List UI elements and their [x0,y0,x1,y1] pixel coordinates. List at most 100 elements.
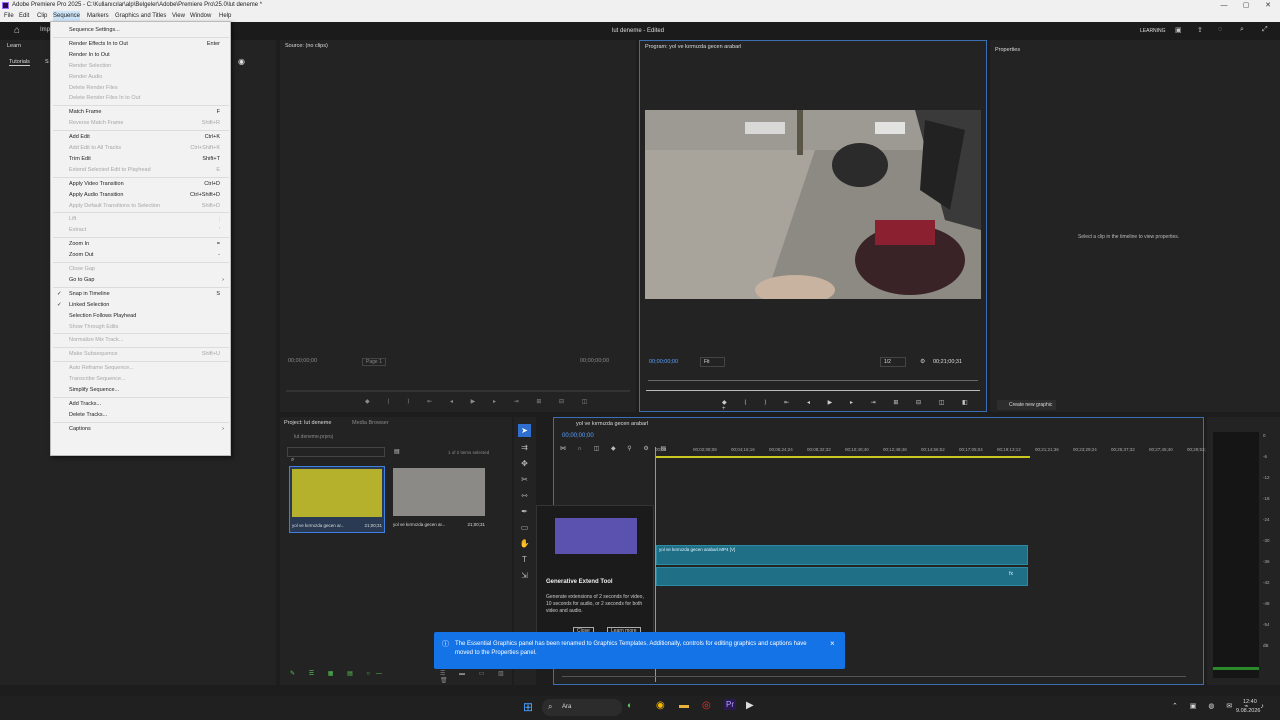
menu-item-zoom-in[interactable]: Zoom In = [51,239,230,249]
project-item[interactable]: yol ve kırmızda gecen ar... 21;00;31 [289,466,385,533]
file-explorer-icon[interactable]: ▬ [679,700,689,711]
info-banner: ⓘ The Essential Graphics panel has been … [434,632,845,669]
fullscreen-icon[interactable]: ⤢ [1262,26,1268,34]
menu-item-sequence-settings[interactable]: Sequence Settings... [51,25,230,35]
video-clip[interactable]: yol ve kırmızda gecen arabarl.MP4 [V] [656,545,1028,565]
project-item-name: yol ve kırmızda gecen ar... [393,522,446,527]
audio-meter-level [1213,667,1259,670]
menu-separator [53,361,229,363]
source-scrub-bar[interactable] [286,390,630,392]
menu-item-add-edit-to-all-tracks: Add Edit to All Tracks Ctrl+Shift+K [51,143,230,153]
menu-item-shortcut: Shift+U [201,351,220,358]
bin-icon[interactable]: ▤ [394,448,400,455]
properties-panel: Properties Select a clip in the timeline… [990,40,1280,412]
source-transport-controls[interactable]: ◆ ⟨ ⟩ ⇤ ◂ ▶ ▸ ⇥ ⊞ ⊟ ◫ [365,398,595,405]
windows-start-icon[interactable]: ⊞ [523,700,533,714]
home-icon[interactable]: ⌂ [14,25,20,36]
menu-item-label: Delete Render Files [69,84,118,91]
program-timecode-right: 00;21;00;31 [933,359,963,365]
learn-tab[interactable]: Learn [7,43,21,49]
program-fit-select[interactable]: Fit [700,357,725,367]
zoom-icon[interactable]: ⌕ [1240,26,1244,34]
menu-clip[interactable]: Clip [37,11,47,22]
workspace-icon[interactable]: ▣ [1175,26,1182,34]
track-select-tool-icon[interactable]: ⇉ [518,441,531,454]
menu-item-simplify-sequence[interactable]: Simplify Sequence... [51,385,230,395]
media-browser-tab[interactable]: Media Browser [352,420,389,426]
time-ruler-label: 00;12;48;48 [883,447,907,452]
project-footer-controls[interactable]: ✎ ☰ ▦ ▤ ○— [290,670,388,677]
progress-icon[interactable]: ◌ [1218,26,1222,33]
menu-item-zoom-out[interactable]: Zoom Out - [51,250,230,260]
project-search-input[interactable]: ⌕ [287,447,385,463]
ripple-edit-tool-icon[interactable]: ✥ [518,457,531,470]
project-footer-actions[interactable]: ☰ ▬ ▭ ▥ 🗑 [440,670,512,684]
tutorials-tab[interactable]: Tutorials [9,59,30,66]
media-player-icon[interactable]: ▶ [746,700,754,711]
video-clip-label: yol ve kırmızda gecen arabarl.MP4 [V] [659,547,736,552]
app-icon-red[interactable]: ◎ [702,700,711,711]
menu-item-reverse-match-frame: Reverse Match Frame Shift+R [51,118,230,128]
menu-item-go-to-gap[interactable]: Go to Gap › [51,275,230,285]
menu-item-label: Auto Reframe Sequence... [69,365,134,372]
learning-label[interactable]: LEARNING [1140,28,1166,34]
premiere-taskbar-icon[interactable]: Pr [724,699,736,710]
type-tool-icon[interactable]: T [518,553,531,566]
menu-item-captions[interactable]: Captions › [51,424,230,434]
selection-tool-icon[interactable]: ➤ [518,424,531,437]
time-ruler-label: 00;08;32;32 [807,447,831,452]
create-graphic-button[interactable]: Create new graphic [997,400,1057,410]
time-ruler-label: 00;02;08;08 [693,447,717,452]
minimize-button[interactable]: — [1214,0,1234,11]
chrome-icon[interactable]: ◉ [656,700,665,711]
timeline-zoom-scrollbar[interactable] [562,676,1186,677]
banner-close-button[interactable]: × [830,639,835,648]
hand-tool-icon[interactable]: ✋ [518,537,531,550]
project-item-duration: 21;00;31 [364,523,382,528]
clip-thumbnail [292,469,382,517]
razor-tool-icon[interactable]: ✂ [518,473,531,486]
program-time-ruler[interactable] [648,376,978,381]
program-zoom-bar[interactable] [646,390,980,391]
menu-item-render-in-to-out[interactable]: Render In to Out [51,50,230,60]
program-transport-controls[interactable]: ◆ ⟨ ⟩ ⇤ ◂ ▶ ▸ ⇥ ⊞ ⊟ ◫ ◧ + [722,399,986,412]
audio-clip[interactable]: fx [656,567,1028,586]
menu-item-shortcut: = [216,241,220,248]
menu-item-add-tracks[interactable]: Add Tracks... [51,399,230,409]
source-page-select[interactable]: Page 1 [362,358,386,366]
menu-item-normalize-mix-track: Normalize Mix Track... [51,335,230,345]
pen-tool-icon[interactable]: ✒ [518,505,531,518]
timeline-timecode[interactable]: 00;00;00;00 [562,433,594,439]
slip-tool-icon[interactable]: ⇿ [518,489,531,502]
menu-item-apply-audio-transition[interactable]: Apply Audio Transition Ctrl+Shift+D [51,190,230,200]
program-resolution-select[interactable]: 1/2 [880,357,906,367]
menu-item-delete-tracks[interactable]: Delete Tracks... [51,410,230,420]
menu-item-snap-in-timeline[interactable]: Snap in Timeline ✓ S [51,289,230,299]
menu-file[interactable]: File [4,11,14,22]
user-icon[interactable]: ◉ [238,57,245,66]
generative-extend-tooltip: Generative Extend Tool Generate extensio… [536,505,654,637]
banner-text: The Essential Graphics panel has been re… [455,641,807,656]
project-tab[interactable]: Project: lut deneme [284,420,331,426]
menu-item-render-effects-in-to-out[interactable]: Render Effects In to Out Enter [51,39,230,49]
close-window-button[interactable]: ✕ [1258,0,1278,11]
timeline-tab[interactable]: yol ve kırmızda gecen arabarl [576,421,648,427]
rectangle-tool-icon[interactable]: ▭ [518,521,531,534]
menu-item-trim-edit[interactable]: Trim Edit Shift+T [51,154,230,164]
menu-item-apply-video-transition[interactable]: Apply Video Transition Ctrl+D [51,179,230,189]
menu-item-add-edit[interactable]: Add Edit Ctrl+K [51,132,230,142]
wrench-icon[interactable]: ⚙ [920,358,925,365]
s-tab[interactable]: S [45,59,49,65]
project-item[interactable]: yol ve kırmızda gecen ar... 21;00;31 [391,466,487,533]
widgets-icon[interactable]: ◐ [627,700,632,710]
menu-item-linked-selection[interactable]: Linked Selection ✓ [51,300,230,310]
maximize-button[interactable]: ▢ [1236,0,1256,11]
menu-item-match-frame[interactable]: Match Frame F [51,107,230,117]
taskbar-search[interactable]: ⌕ Ara [542,699,622,716]
work-area-bar[interactable] [656,456,1030,458]
menu-edit[interactable]: Edit [19,11,29,22]
share-icon[interactable]: ⇪ [1197,26,1203,34]
menu-item-selection-follows-playhead[interactable]: Selection Follows Playhead [51,311,230,321]
generative-extend-tool-icon[interactable]: ⇲ [518,569,531,582]
import-tab[interactable]: Imp [40,27,50,33]
